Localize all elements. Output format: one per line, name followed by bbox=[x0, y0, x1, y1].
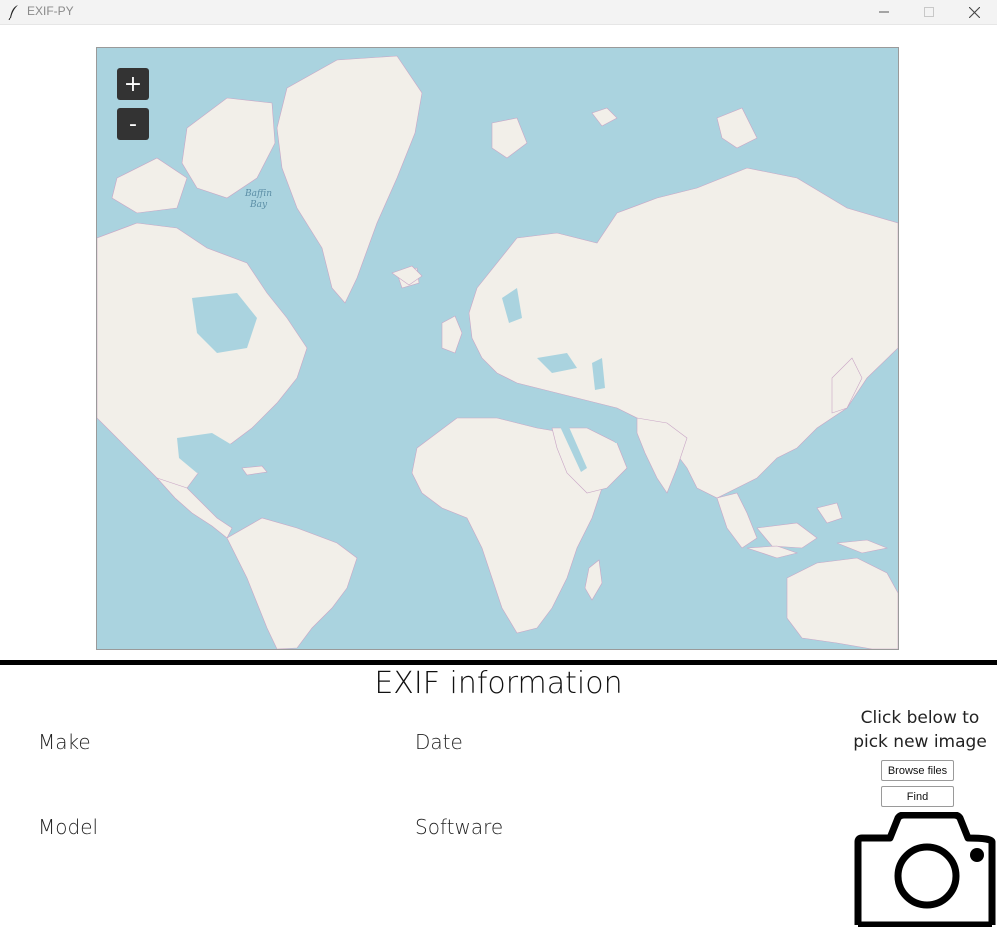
camera-icon[interactable] bbox=[854, 811, 997, 927]
map-view[interactable]: Baffin Bay + - bbox=[96, 47, 899, 650]
world-map[interactable] bbox=[97, 48, 898, 649]
arctic-islands bbox=[181, 97, 276, 199]
section-divider bbox=[0, 660, 997, 665]
map-label-baffin-bay: Baffin Bay bbox=[245, 189, 273, 210]
model-label: Model bbox=[38, 815, 99, 839]
window-title: EXIF-PY bbox=[27, 4, 74, 18]
uk bbox=[441, 315, 463, 354]
app-window: EXIF-PY Baffin Bay + - EXIF information … bbox=[0, 0, 997, 927]
minimize-button[interactable] bbox=[861, 0, 907, 24]
make-label: Make bbox=[38, 730, 91, 754]
south-america bbox=[226, 517, 358, 649]
zoom-out-button[interactable]: - bbox=[117, 108, 149, 140]
title-bar: EXIF-PY bbox=[0, 0, 997, 25]
madagascar bbox=[584, 559, 603, 601]
picker-hint: Click below to pick new image bbox=[853, 708, 987, 752]
greenland bbox=[276, 55, 423, 304]
zoom-in-button[interactable]: + bbox=[117, 68, 149, 100]
central-america bbox=[156, 477, 233, 539]
browse-files-button[interactable]: Browse files bbox=[881, 760, 954, 781]
feather-icon bbox=[8, 4, 20, 21]
software-label: Software bbox=[415, 815, 504, 839]
exif-title: EXIF information bbox=[374, 666, 623, 701]
close-icon bbox=[968, 6, 980, 18]
date-label: Date bbox=[415, 730, 463, 754]
maximize-icon bbox=[924, 7, 934, 17]
find-button[interactable]: Find bbox=[881, 786, 954, 807]
minimize-icon bbox=[879, 11, 889, 13]
australia bbox=[786, 557, 898, 649]
close-button[interactable] bbox=[951, 0, 997, 24]
maximize-button[interactable] bbox=[906, 0, 952, 24]
